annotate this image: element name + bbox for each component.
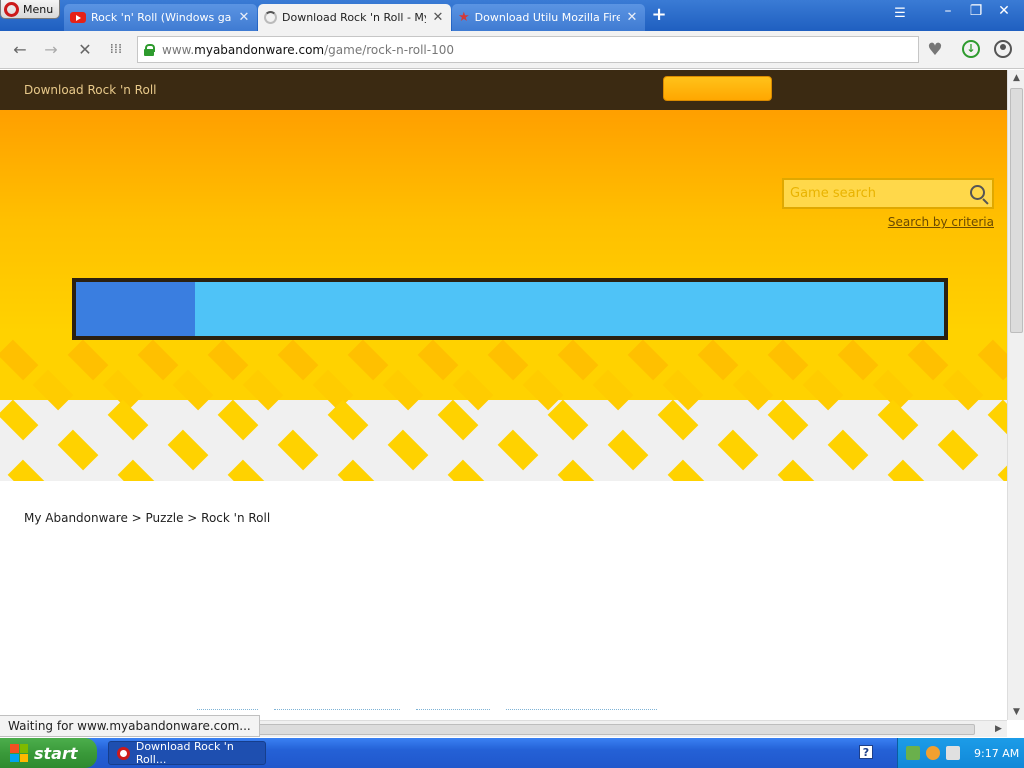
star-icon: ★ [458, 10, 470, 25]
tab-title: Download Rock 'n Roll - My Al [282, 11, 426, 24]
back-arrow-icon[interactable]: ← [10, 40, 30, 60]
help-icon[interactable]: ? [859, 745, 873, 759]
page-viewport: Download Rock 'n Roll Search by criteria… [0, 70, 1007, 720]
banner-diamond [907, 339, 949, 381]
loading-spinner-icon [264, 11, 277, 24]
banner-diamond [417, 339, 459, 381]
site-header-title[interactable]: Download Rock 'n Roll [24, 83, 157, 97]
banner-diamond [557, 339, 599, 381]
tab-utilu-firefox[interactable]: ★ Download Utilu Mozilla Firefo ✕ [452, 4, 645, 31]
horizontal-scrollbar[interactable]: ▶ [240, 720, 1007, 737]
banner-diamond [627, 339, 669, 381]
tab-close-icon[interactable]: ✕ [431, 10, 445, 25]
tab-download-rock-n-roll[interactable]: Download Rock 'n Roll - My Al ✕ [258, 4, 451, 31]
bookmark-heart-icon[interactable]: ♥ [922, 37, 948, 63]
url-text: www.myabandonware.com/game/rock-n-roll-1… [162, 42, 454, 57]
tab-menu-icon[interactable]: ☰ [890, 6, 910, 24]
progress-track [76, 282, 944, 336]
banner-diamond [767, 339, 809, 381]
banner-diamond [977, 339, 1007, 381]
tab-close-icon[interactable]: ✕ [625, 10, 639, 25]
game-search-input[interactable] [790, 186, 960, 201]
banner-diamond [697, 339, 739, 381]
opera-logo-icon [4, 1, 19, 17]
opera-logo-icon [117, 746, 130, 760]
secure-lock-icon [144, 43, 155, 56]
close-window-icon[interactable]: ✕ [990, 2, 1018, 20]
banner-diamond [137, 339, 179, 381]
tab-title: Rock 'n' Roll (Windows game [91, 11, 232, 24]
browser-tab-strip: Menu Rock 'n' Roll (Windows game ✕ Downl… [0, 0, 1024, 31]
menu-label: Menu [23, 2, 54, 16]
tab-youtube[interactable]: Rock 'n' Roll (Windows game ✕ [64, 4, 257, 31]
youtube-icon [70, 12, 86, 23]
account-icon[interactable] [994, 40, 1012, 58]
placeholder-link[interactable] [416, 709, 490, 710]
download-icon[interactable]: ↓ [962, 40, 980, 58]
placeholder-link[interactable] [506, 709, 657, 710]
minimize-icon[interactable]: – [934, 2, 962, 20]
vertical-scroll-thumb[interactable] [1010, 88, 1023, 333]
status-bar: Waiting for www.myabandonware.com... [0, 715, 260, 737]
horizontal-scroll-thumb[interactable] [240, 724, 975, 735]
search-by-criteria-link[interactable]: Search by criteria [888, 215, 994, 229]
banner-diamond [0, 339, 39, 381]
breadcrumb[interactable]: My Abandonware > Puzzle > Rock 'n Roll [24, 511, 270, 525]
address-bar[interactable]: www.myabandonware.com/game/rock-n-roll-1… [137, 36, 919, 63]
placeholder-link[interactable] [274, 709, 400, 710]
banner-diamond [207, 339, 249, 381]
search-icon[interactable] [970, 185, 985, 200]
network-icon[interactable] [906, 746, 920, 760]
tab-title: Download Utilu Mozilla Firefo [474, 11, 620, 24]
site-header: Download Rock 'n Roll [0, 70, 1007, 110]
windows-logo-icon [10, 744, 28, 762]
restore-icon[interactable]: ❐ [962, 2, 990, 20]
banner-diamond [277, 339, 319, 381]
stop-loading-icon[interactable]: ✕ [75, 40, 95, 60]
opera-menu-button[interactable]: Menu [0, 0, 60, 19]
vertical-scrollbar[interactable]: ▲ ▼ [1007, 70, 1024, 720]
forward-arrow-icon[interactable]: → [41, 40, 61, 60]
banner-diamond [347, 339, 389, 381]
progress-fill [76, 282, 195, 336]
banner-diamond [67, 339, 109, 381]
new-tab-button[interactable]: + [650, 6, 668, 24]
placeholder-link[interactable] [197, 709, 258, 710]
game-search-box[interactable] [782, 178, 994, 209]
taskbar-item-label: Download Rock 'n Roll... [135, 740, 234, 766]
start-button[interactable]: start [0, 738, 97, 768]
clock: 9:17 AM [974, 746, 1020, 760]
system-tray: 9:17 AM [897, 738, 1024, 768]
scroll-up-arrow-icon[interactable]: ▲ [1008, 70, 1024, 86]
header-download-button[interactable] [663, 76, 772, 101]
taskbar-item-opera[interactable]: Download Rock 'n Roll... [108, 740, 266, 766]
banner-diamond [487, 339, 529, 381]
banner-diamond [837, 339, 879, 381]
windows-taskbar: start Download Rock 'n Roll... ? 9:17 AM [0, 738, 1024, 768]
volume-icon[interactable] [946, 746, 960, 760]
browser-navbar: ← → ✕ ⁞⁞⁞ www.myabandonware.com/game/roc… [0, 31, 1024, 69]
scroll-down-arrow-icon[interactable]: ▼ [1008, 704, 1024, 720]
scroll-right-arrow-icon[interactable]: ▶ [990, 721, 1007, 738]
search-tray-icon[interactable] [926, 746, 940, 760]
speed-dial-grid-icon[interactable]: ⁞⁞⁞ [106, 40, 126, 60]
start-label: start [34, 743, 78, 763]
hero-banner: Search by criteria [0, 110, 1007, 481]
tab-close-icon[interactable]: ✕ [237, 10, 251, 25]
page-load-progress-bar [72, 278, 948, 340]
window-controls: – ❐ ✕ [934, 2, 1018, 20]
